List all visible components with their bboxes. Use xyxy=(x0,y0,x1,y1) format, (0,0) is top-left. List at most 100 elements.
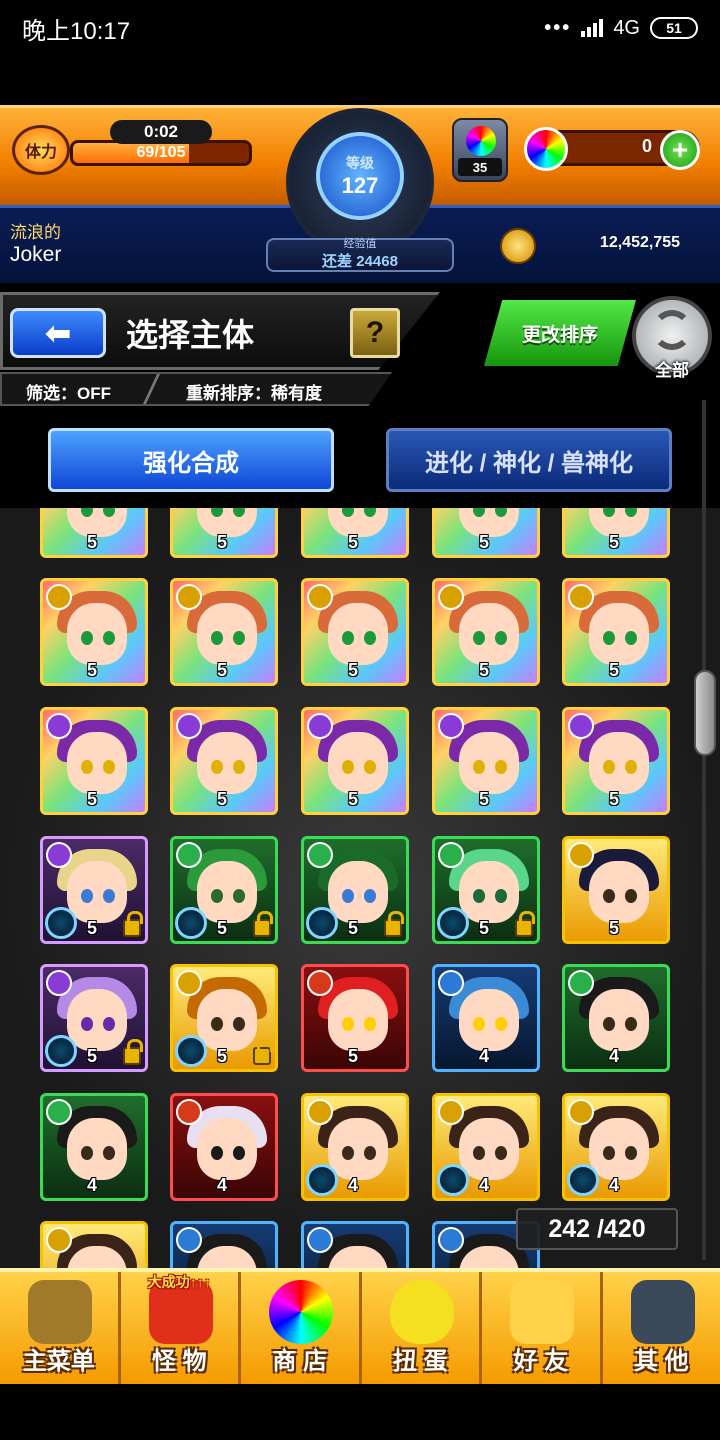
monster-card[interactable]: 5 xyxy=(301,964,409,1072)
nav-item[interactable]: 主菜单 xyxy=(0,1272,121,1384)
orb-potion-icon[interactable]: 35 xyxy=(452,118,508,182)
monster-card[interactable]: 5 xyxy=(170,707,278,815)
monster-card[interactable] xyxy=(301,1221,409,1270)
element-icon xyxy=(46,970,72,996)
nav-item[interactable]: 好 友 xyxy=(482,1272,603,1384)
monster-card[interactable]: 5 xyxy=(40,836,148,944)
element-icon xyxy=(176,970,202,996)
help-button[interactable]: ? xyxy=(350,308,400,358)
monster-card[interactable]: 4 xyxy=(170,1093,278,1201)
element-icon xyxy=(438,584,464,610)
monster-card[interactable]: 5 xyxy=(40,508,148,558)
monster-card[interactable] xyxy=(170,1221,278,1270)
monster-card[interactable]: 5 xyxy=(40,707,148,815)
gacha-egg-icon xyxy=(389,1280,454,1344)
element-icon xyxy=(568,1099,594,1125)
monster-portrait xyxy=(589,603,649,665)
monster-card[interactable]: 5 xyxy=(40,964,148,1072)
monster-card[interactable]: 5 xyxy=(301,836,409,944)
monster-eye xyxy=(495,760,507,774)
monster-portrait xyxy=(328,861,388,923)
monster-card[interactable]: 5 xyxy=(40,578,148,686)
battery-icon: 51 xyxy=(650,17,698,39)
monster-rarity: 5 xyxy=(87,660,98,680)
monster-card[interactable]: 5 xyxy=(170,508,278,558)
monster-card[interactable]: 5 xyxy=(170,578,278,686)
more-dots-icon: ••• xyxy=(544,16,572,39)
nav-item[interactable]: 扭 蛋 xyxy=(362,1272,482,1384)
castle-gate-icon xyxy=(28,1280,92,1344)
nav-label: 主菜单 xyxy=(22,1348,95,1375)
monster-eye xyxy=(211,1146,223,1160)
monster-portrait xyxy=(197,603,257,665)
gold-coin-icon xyxy=(500,228,536,264)
monster-portrait xyxy=(67,732,127,794)
signal-icon xyxy=(581,19,604,37)
scrollbar-thumb[interactable] xyxy=(694,670,716,756)
player-title: 流浪的 xyxy=(10,223,61,242)
buy-orb-button[interactable]: + xyxy=(660,130,700,170)
monster-card[interactable]: 5 xyxy=(301,707,409,815)
status-bar: 晚上10:17 ••• 4G 51 xyxy=(0,0,720,56)
change-sort-button[interactable]: 更改排序 xyxy=(484,300,636,366)
monster-eye xyxy=(364,889,376,903)
nav-item[interactable]: 怪 物 大成功↑↑↑ xyxy=(121,1272,241,1384)
monster-eye xyxy=(103,1146,115,1160)
monster-card[interactable]: 4 xyxy=(562,1093,670,1201)
element-icon xyxy=(568,842,594,868)
monster-card[interactable]: 5 xyxy=(562,578,670,686)
nav-item[interactable]: 商 店 xyxy=(241,1272,362,1384)
monster-card[interactable]: 5 xyxy=(562,836,670,944)
monster-card[interactable]: 5 xyxy=(301,578,409,686)
monster-card[interactable] xyxy=(40,1221,148,1270)
monster-card[interactable]: 5 xyxy=(432,836,540,944)
monster-eye xyxy=(364,1146,376,1160)
monster-eye xyxy=(342,1017,354,1031)
gauge-skill-icon xyxy=(306,907,338,939)
monster-eye xyxy=(233,631,245,645)
filter-toggle[interactable]: 筛选：OFF xyxy=(26,379,111,404)
monster-rarity: 5 xyxy=(348,532,359,552)
monster-card[interactable]: 4 xyxy=(562,964,670,1072)
monster-card[interactable]: 4 xyxy=(432,1093,540,1201)
monster-card[interactable]: 5 xyxy=(432,508,540,558)
monster-portrait xyxy=(328,732,388,794)
monster-card[interactable]: 5 xyxy=(301,508,409,558)
monster-card[interactable]: 4 xyxy=(432,964,540,1072)
element-icon xyxy=(176,713,202,739)
monster-card[interactable]: 5 xyxy=(170,836,278,944)
element-icon xyxy=(438,1227,464,1253)
monster-card[interactable]: 5 xyxy=(432,707,540,815)
tab-evolve[interactable]: 进化 / 神化 / 兽神化 xyxy=(386,428,672,492)
status-time: 晚上10:17 xyxy=(22,17,131,45)
rank-badge[interactable]: 等级 127 xyxy=(316,132,404,220)
back-button[interactable]: ⬅ xyxy=(10,308,106,358)
monster-grid: 5 5 5 5 5 5 5 5 5 5 5 5 5 5 5 5 5 5 5 5 5 5 5 4 4 4 4 4 4 4 xyxy=(0,508,720,1270)
monster-portrait xyxy=(197,1118,257,1180)
monster-card[interactable]: 4 xyxy=(301,1093,409,1201)
monster-eye xyxy=(364,631,376,645)
orb-potion-count: 35 xyxy=(458,158,502,176)
monster-card[interactable]: 5 xyxy=(432,578,540,686)
monster-card[interactable]: 4 xyxy=(40,1093,148,1201)
monster-card[interactable]: 5 xyxy=(170,964,278,1072)
monster-card[interactable]: 5 xyxy=(562,707,670,815)
other-icon xyxy=(630,1280,695,1344)
monster-rarity: 4 xyxy=(348,1175,359,1195)
element-icon xyxy=(307,842,333,868)
lock-icon xyxy=(253,1039,273,1065)
nav-item[interactable]: 其 他 xyxy=(603,1272,720,1384)
monster-eye xyxy=(233,1146,245,1160)
exp-box: 经验值 还差 24468 xyxy=(266,238,454,272)
gauge-skill-icon xyxy=(567,1164,599,1196)
tab-power-up[interactable]: 强化合成 xyxy=(48,428,334,492)
monster-eye xyxy=(81,631,93,645)
monster-eye xyxy=(495,1017,507,1031)
nav-label: 怪 物 xyxy=(151,1348,207,1375)
monster-eye xyxy=(342,1146,354,1160)
sort-option[interactable]: 重新排序：稀有度 xyxy=(186,379,322,404)
monster-eye xyxy=(473,1017,485,1031)
monster-card[interactable]: 5 xyxy=(562,508,670,558)
monster-eye xyxy=(625,889,637,903)
monster-eye xyxy=(603,760,615,774)
